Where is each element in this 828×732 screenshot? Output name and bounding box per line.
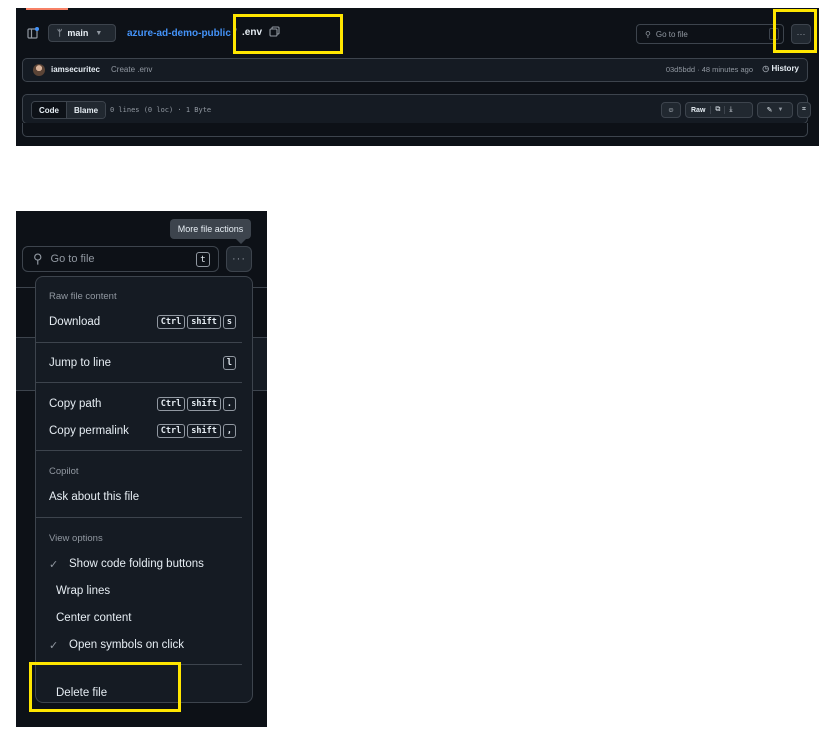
- menu-item-download[interactable]: Download: [49, 316, 100, 328]
- raw-actions-group: Raw ⧉ ⤓: [685, 102, 753, 118]
- file-meta: 0 lines (0 loc) · 1 Byte: [110, 106, 212, 114]
- chevron-down-icon: ▼: [95, 29, 103, 37]
- key-shift: shift: [187, 424, 221, 438]
- more-file-actions-button[interactable]: ···: [226, 246, 252, 272]
- raw-button[interactable]: Raw: [686, 107, 710, 114]
- file-header-screenshot: ᛘ main ▼ azure-ad-demo-public / .env ⚲ G…: [16, 8, 819, 146]
- copy-permalink-shortcut: Ctrl shift ,: [156, 424, 236, 438]
- pencil-icon: ✎: [766, 107, 773, 114]
- code-square-icon: ⌗: [802, 106, 806, 113]
- menu-header-raw: Raw file content: [49, 291, 117, 302]
- code-view: [22, 123, 808, 137]
- menu-item-code-folding[interactable]: Show code folding buttons: [69, 558, 204, 570]
- key-s: s: [222, 315, 236, 329]
- commit-author[interactable]: iamsecuritec: [51, 65, 100, 74]
- tab-code[interactable]: Code: [32, 102, 67, 118]
- history-button[interactable]: ◷ History: [762, 64, 799, 73]
- check-icon: ✓: [49, 559, 59, 571]
- avatar[interactable]: [33, 64, 45, 76]
- sidebar-toggle-icon[interactable]: [26, 26, 40, 40]
- menu-item-ask-about-file[interactable]: Ask about this file: [49, 491, 139, 503]
- breadcrumb-repo-link[interactable]: azure-ad-demo-public: [127, 28, 231, 39]
- menu-header-view-options: View options: [49, 533, 103, 544]
- view-mode-toggle: Code Blame: [31, 101, 107, 119]
- highlight-box-filename: [233, 14, 343, 54]
- symbols-panel-button[interactable]: ⌗: [797, 102, 811, 118]
- code-toolbar: Code Blame 0 lines (0 loc) · 1 Byte ☺ Ra…: [22, 94, 811, 124]
- key-ctrl: Ctrl: [156, 315, 186, 329]
- go-to-file-placeholder: Go to file: [655, 29, 688, 39]
- latest-commit-bar: iamsecuritec Create .env 03d5bdd · 48 mi…: [22, 58, 808, 82]
- file-actions-menu: Raw file content Download Ctrl shift s J…: [35, 276, 253, 703]
- highlight-box-more-button: [773, 9, 817, 53]
- key-shift: shift: [187, 315, 221, 329]
- download-shortcut: Ctrl shift s: [156, 315, 236, 329]
- menu-divider: [36, 382, 242, 383]
- go-to-file-input[interactable]: ⚲ Go to file: [636, 24, 784, 44]
- active-tab-underline: [26, 8, 68, 10]
- go-to-file-input[interactable]: ⚲ Go to file t: [22, 246, 219, 272]
- key-ctrl: Ctrl: [156, 397, 186, 411]
- clock-icon: ◷: [762, 64, 770, 73]
- copilot-button[interactable]: ☺: [661, 102, 681, 118]
- key-period: .: [222, 397, 236, 411]
- copy-path-shortcut: Ctrl shift .: [156, 397, 236, 411]
- file-actions-menu-screenshot: More file actions ⚲ Go to file t ··· Raw…: [16, 211, 267, 727]
- history-label: History: [771, 64, 799, 73]
- commit-hash-time[interactable]: 03d5bdd · 48 minutes ago: [666, 65, 753, 74]
- edit-button[interactable]: ✎ ▼: [757, 102, 793, 118]
- menu-item-jump-to-line[interactable]: Jump to line: [49, 357, 111, 369]
- branch-selector-button[interactable]: ᛘ main ▼: [48, 24, 116, 42]
- download-icon[interactable]: ⤓: [724, 106, 736, 114]
- chevron-down-icon: ▼: [777, 107, 784, 113]
- branch-name: main: [67, 28, 89, 38]
- menu-divider: [36, 342, 242, 343]
- key-shift: shift: [187, 397, 221, 411]
- highlight-box-delete-file: [29, 662, 181, 712]
- key-comma: ,: [222, 424, 236, 438]
- check-icon: ✓: [49, 640, 59, 652]
- menu-divider: [36, 450, 242, 451]
- go-to-file-placeholder: Go to file: [50, 253, 95, 265]
- menu-item-copy-path[interactable]: Copy path: [49, 398, 101, 410]
- key-ctrl: Ctrl: [156, 424, 186, 438]
- menu-divider: [36, 517, 242, 518]
- menu-item-center-content[interactable]: Center content: [56, 612, 131, 624]
- search-icon: ⚲: [33, 251, 43, 266]
- copilot-icon: ☺: [667, 106, 675, 114]
- search-icon: ⚲: [645, 29, 651, 39]
- menu-header-copilot: Copilot: [49, 466, 79, 477]
- copy-raw-icon[interactable]: ⧉: [710, 106, 724, 114]
- jump-shortcut: l: [222, 356, 236, 370]
- key-l: l: [222, 356, 236, 370]
- shortcut-key-t: t: [196, 252, 210, 267]
- git-branch-icon: ᛘ: [57, 28, 63, 38]
- menu-item-wrap-lines[interactable]: Wrap lines: [56, 585, 110, 597]
- tab-blame[interactable]: Blame: [67, 102, 106, 118]
- commit-message[interactable]: Create .env: [111, 65, 152, 74]
- menu-item-open-symbols[interactable]: Open symbols on click: [69, 639, 184, 651]
- more-file-actions-tooltip: More file actions: [170, 219, 251, 244]
- menu-item-copy-permalink[interactable]: Copy permalink: [49, 425, 129, 437]
